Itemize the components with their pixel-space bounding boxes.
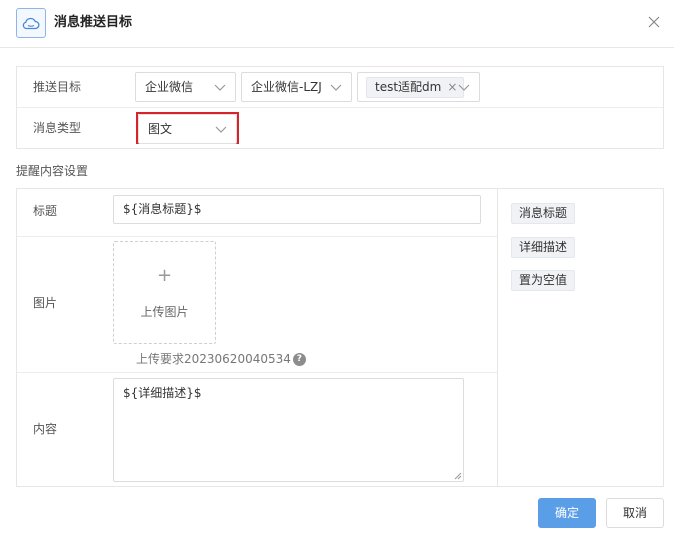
upload-hint-text: 上传要求20230620040534: [136, 352, 291, 366]
target-form-card: 推送目标 企业微信 企业微信-LZJ test适配dm × 消息类型 图文: [16, 66, 664, 149]
chevron-down-icon: [330, 84, 342, 91]
plus-icon: +: [156, 265, 173, 286]
dialog-title: 消息推送目标: [54, 15, 133, 30]
help-icon[interactable]: ?: [292, 352, 306, 366]
image-row: 图片 + 上传图片 上传要求20230620040534 ?: [17, 237, 497, 373]
account-select-value: 企业微信-LZJ: [251, 80, 322, 94]
body-label: 内容: [33, 422, 58, 436]
dialog-header: 消息推送目标: [0, 0, 674, 48]
confirm-button[interactable]: 确定: [538, 498, 596, 528]
chevron-down-icon: [215, 126, 227, 133]
image-label: 图片: [33, 296, 58, 310]
cancel-button[interactable]: 取消: [606, 498, 664, 528]
body-row: 内容 ${详细描述}$: [17, 373, 497, 486]
close-icon[interactable]: [646, 14, 662, 30]
title-label: 标题: [33, 204, 58, 218]
tag-label: test适配dm: [375, 80, 442, 94]
upload-image-label: 上传图片: [140, 305, 189, 319]
content-settings-card: 标题 ${消息标题}$ 图片 + 上传图片 上传要求20230620040534…: [16, 188, 664, 487]
chevron-down-icon: [458, 84, 470, 91]
message-type-select[interactable]: 图文: [138, 114, 237, 144]
chevron-down-icon: [214, 84, 226, 91]
account-select[interactable]: 企业微信-LZJ: [241, 72, 352, 102]
resize-handle-icon[interactable]: [454, 472, 462, 480]
image-upload-box[interactable]: + 上传图片: [113, 241, 216, 344]
message-type-value: 图文: [148, 122, 173, 136]
channel-select-value: 企业微信: [145, 80, 194, 94]
push-target-row: 推送目标 企业微信 企业微信-LZJ test适配dm ×: [17, 67, 663, 108]
push-target-dialog: 消息推送目标 推送目标 企业微信 企业微信-LZJ test适配dm × 消息类…: [0, 0, 674, 536]
upload-hint: 上传要求20230620040534 ?: [136, 351, 306, 367]
cloud-icon: [16, 8, 46, 38]
message-type-row: 消息类型 图文: [17, 108, 663, 148]
push-target-label: 推送目标: [33, 80, 82, 94]
insert-message-title-button[interactable]: 消息标题: [511, 203, 576, 224]
content-fields-pane: 标题 ${消息标题}$ 图片 + 上传图片 上传要求20230620040534…: [17, 189, 498, 486]
title-input[interactable]: ${消息标题}$: [113, 195, 481, 224]
title-row: 标题 ${消息标题}$: [17, 189, 497, 237]
body-textarea[interactable]: ${详细描述}$: [113, 378, 464, 482]
reminder-content-section-title: 提醒内容设置: [16, 164, 89, 178]
insert-detail-description-button[interactable]: 详细描述: [511, 237, 576, 258]
channel-select[interactable]: 企业微信: [135, 72, 236, 102]
selected-recipient-tag: test适配dm ×: [366, 77, 465, 98]
recipient-multiselect[interactable]: test适配dm ×: [357, 72, 480, 102]
set-empty-value-button[interactable]: 置为空值: [511, 270, 576, 291]
body-textarea-value: ${详细描述}$: [123, 386, 202, 400]
tag-remove-icon[interactable]: ×: [447, 78, 457, 97]
message-type-label: 消息类型: [33, 121, 82, 135]
